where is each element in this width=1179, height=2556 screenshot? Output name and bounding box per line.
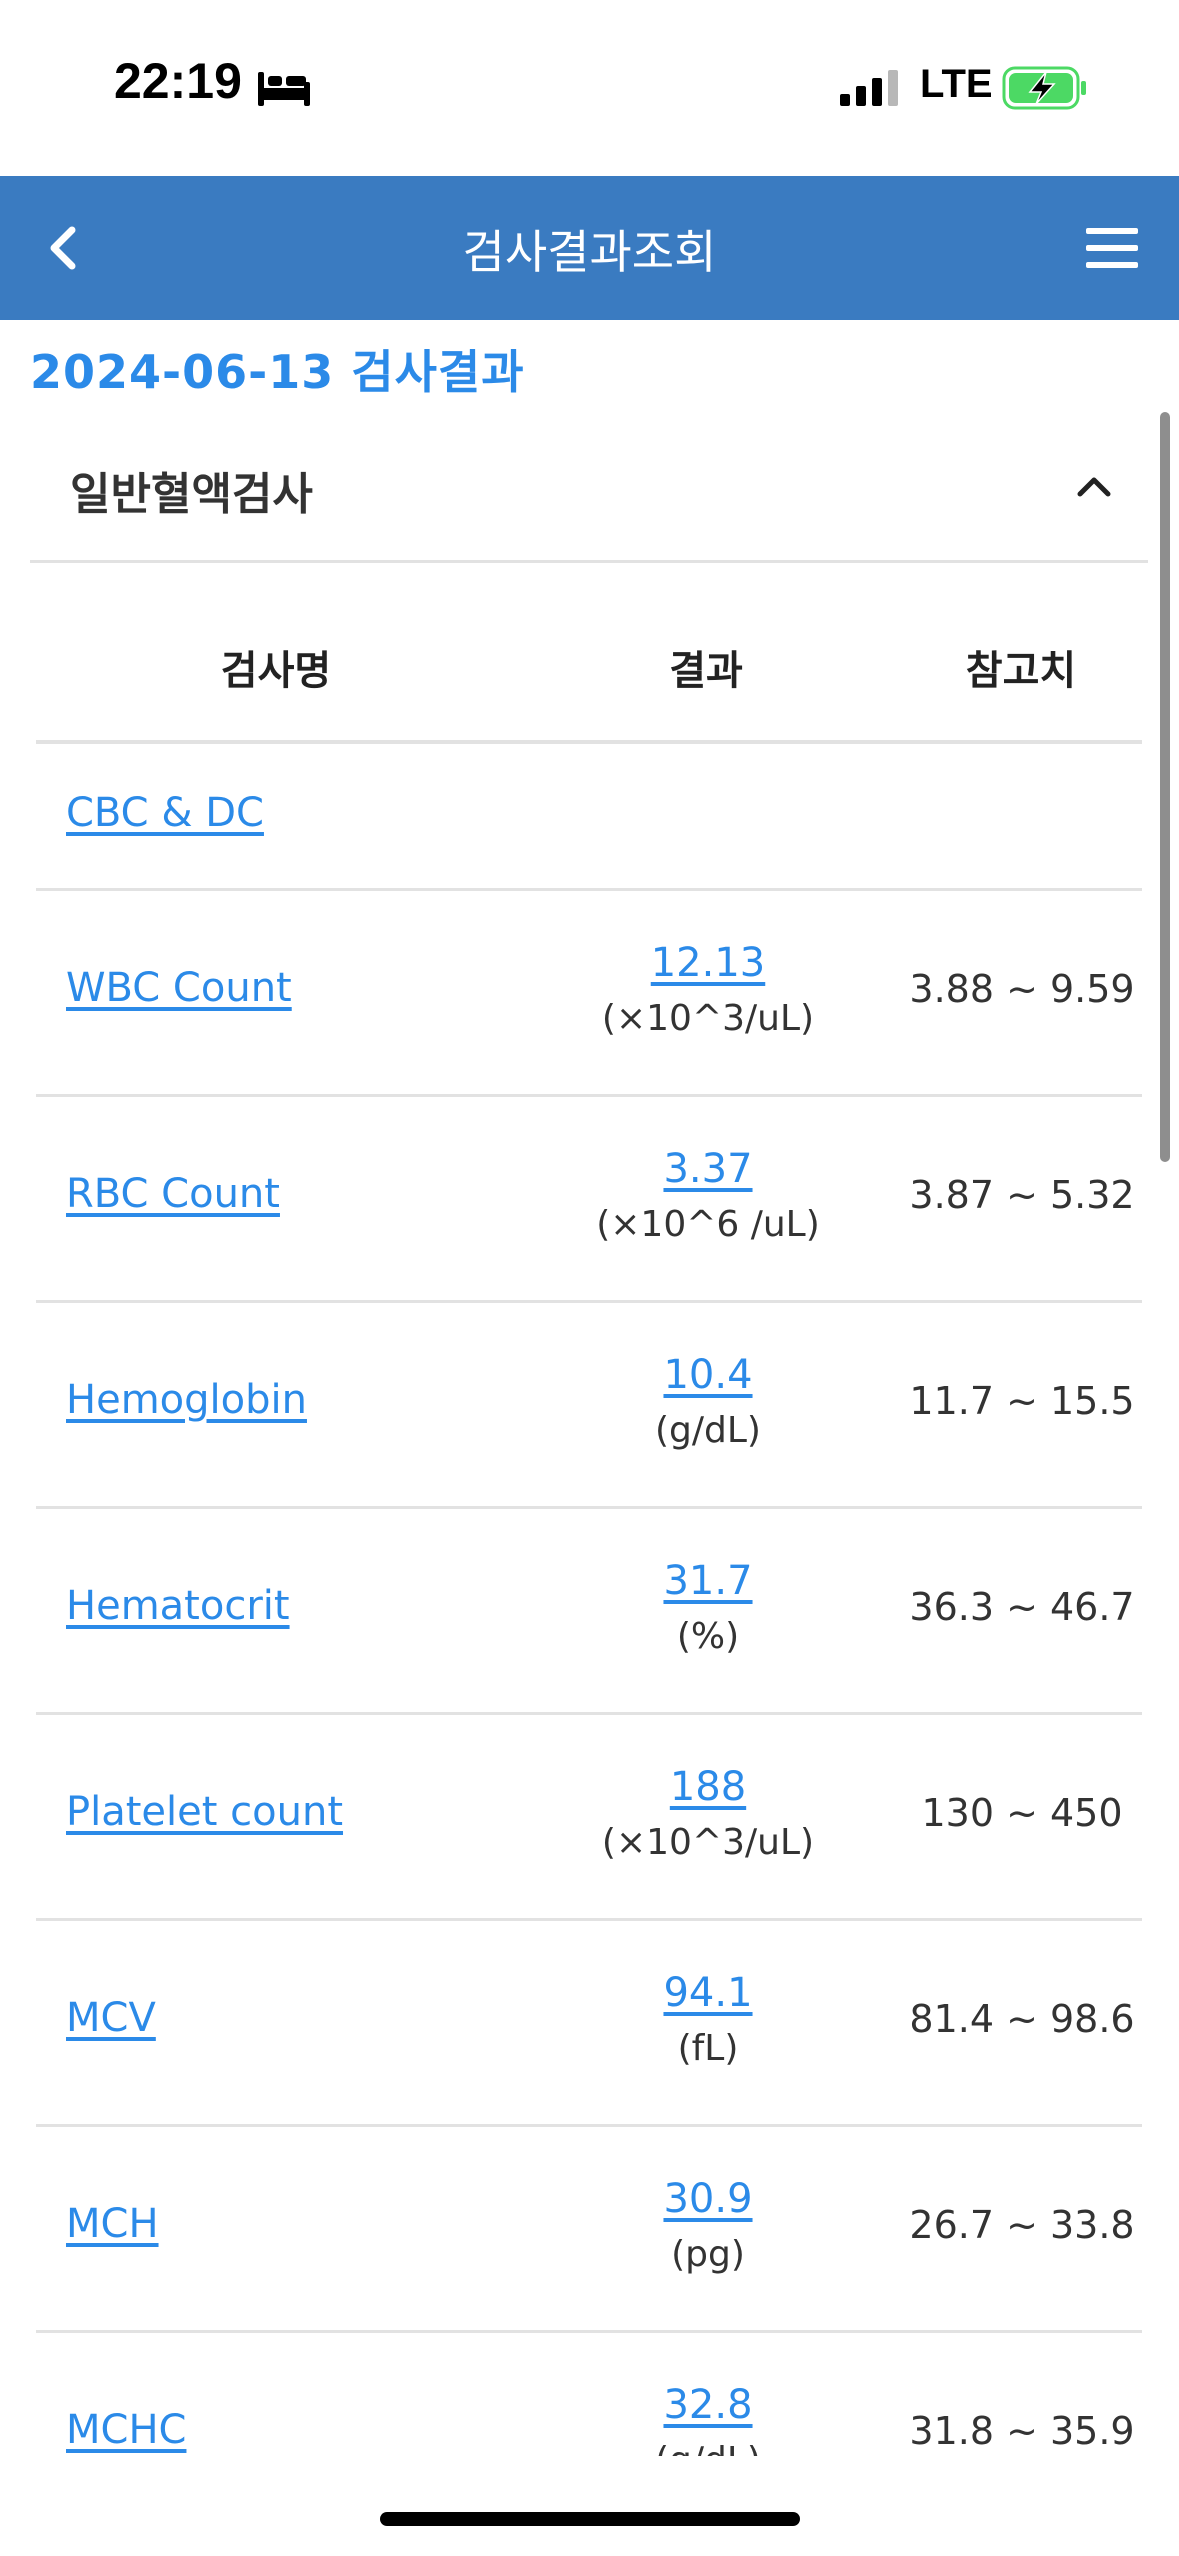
cellular-signal-icon <box>840 70 898 106</box>
result-value-link[interactable]: 3.37 <box>516 1141 900 1197</box>
result-cell: 31.7 (%) <box>516 1553 900 1665</box>
result-unit: (g/dL) <box>516 2433 900 2456</box>
reference-range: 130 ~ 450 <box>921 1791 1123 1835</box>
reference-range: 26.7 ~ 33.8 <box>909 2203 1135 2247</box>
section-title: 일반혈액검사 <box>70 469 313 520</box>
result-cell: 188 (×10^3/uL) <box>516 1759 900 1871</box>
table-row: Hemoglobin 10.4 (g/dL) 11.7 ~ 15.5 <box>36 1303 1142 1509</box>
result-unit: (%) <box>676 1616 740 1657</box>
bed-icon <box>258 72 310 106</box>
test-name-link[interactable]: RBC Count <box>66 1171 280 1217</box>
result-unit: (fL) <box>677 2028 739 2069</box>
table-row: WBC Count 12.13 (×10^3/uL) 3.88 ~ 9.59 <box>36 891 1142 1097</box>
result-value-link[interactable]: 32.8 <box>516 2377 900 2433</box>
reference-range: 81.4 ~ 98.6 <box>909 1997 1135 2041</box>
result-cell: 3.37 (×10^6 /uL) <box>516 1141 900 1253</box>
status-time: 22:19 <box>114 53 242 109</box>
test-name-link[interactable]: MCH <box>66 2201 159 2247</box>
table-row: MCHC 32.8 (g/dL) 31.8 ~ 35.9 <box>36 2333 1142 2456</box>
table-row: MCV 94.1 (fL) 81.4 ~ 98.6 <box>36 1921 1142 2127</box>
result-value-link[interactable]: 10.4 <box>516 1347 900 1403</box>
app-header: 검사결과조회 <box>0 176 1179 320</box>
reference-range: 3.87 ~ 5.32 <box>909 1173 1135 1217</box>
result-unit: (×10^3/uL) <box>601 998 815 1039</box>
network-label: LTE <box>920 62 993 106</box>
reference-range: 31.8 ~ 35.9 <box>909 2409 1135 2453</box>
test-name-link[interactable]: Hemoglobin <box>66 1377 307 1423</box>
result-value-link[interactable]: 188 <box>516 1759 900 1815</box>
test-name-link[interactable]: Platelet count <box>66 1789 343 1835</box>
result-value-link[interactable]: 12.13 <box>516 935 900 991</box>
result-unit: (×10^6 /uL) <box>596 1204 820 1245</box>
home-indicator[interactable] <box>380 2512 800 2526</box>
result-cell: 32.8 (g/dL) <box>516 2377 900 2456</box>
hamburger-menu-icon <box>1086 228 1138 268</box>
result-unit: (pg) <box>671 2234 745 2275</box>
reference-range: 36.3 ~ 46.7 <box>909 1585 1135 1629</box>
result-cell: 30.9 (pg) <box>516 2171 900 2283</box>
result-value-link[interactable]: 30.9 <box>516 2171 900 2227</box>
reference-range: 3.88 ~ 9.59 <box>909 967 1135 1011</box>
chevron-up-icon[interactable] <box>1074 470 1114 500</box>
section-header-cbc[interactable]: 일반혈액검사 <box>30 420 1148 563</box>
test-name-link[interactable]: Hematocrit <box>66 1583 290 1629</box>
menu-button[interactable] <box>1080 220 1144 276</box>
test-name-link[interactable]: MCHC <box>66 2407 186 2453</box>
result-value-link[interactable]: 94.1 <box>516 1965 900 2021</box>
result-cell: 94.1 (fL) <box>516 1965 900 2077</box>
test-name-link[interactable]: WBC Count <box>66 965 292 1011</box>
table-row: Hematocrit 31.7 (%) 36.3 ~ 46.7 <box>36 1509 1142 1715</box>
table-row: MCH 30.9 (pg) 26.7 ~ 33.8 <box>36 2127 1142 2333</box>
scroll-indicator[interactable] <box>1160 412 1170 1162</box>
table-row: Platelet count 188 (×10^3/uL) 130 ~ 450 <box>36 1715 1142 1921</box>
result-cell: 12.13 (×10^3/uL) <box>516 935 900 1047</box>
result-value-link[interactable]: 31.7 <box>516 1553 900 1609</box>
table-row: RBC Count 3.37 (×10^6 /uL) 3.87 ~ 5.32 <box>36 1097 1142 1303</box>
column-header-reference: 참고치 <box>965 648 1077 694</box>
result-unit: (g/dL) <box>655 1410 761 1451</box>
result-unit: (×10^3/uL) <box>601 1822 815 1863</box>
result-cell: 10.4 (g/dL) <box>516 1347 900 1459</box>
table-header: 검사명 결과 참고치 <box>36 590 1142 744</box>
reference-range: 11.7 ~ 15.5 <box>909 1379 1135 1423</box>
status-bar: 22:19 LTE <box>0 0 1179 176</box>
result-date-title: 2024-06-13 검사결과 <box>30 345 525 399</box>
page-title: 검사결과조회 <box>462 225 717 279</box>
battery-charging-icon <box>1002 66 1086 110</box>
test-name-link[interactable]: MCV <box>66 1995 156 2041</box>
group-link-cbc-dc[interactable]: CBC & DC <box>66 790 264 836</box>
group-row: CBC & DC <box>36 744 1142 891</box>
